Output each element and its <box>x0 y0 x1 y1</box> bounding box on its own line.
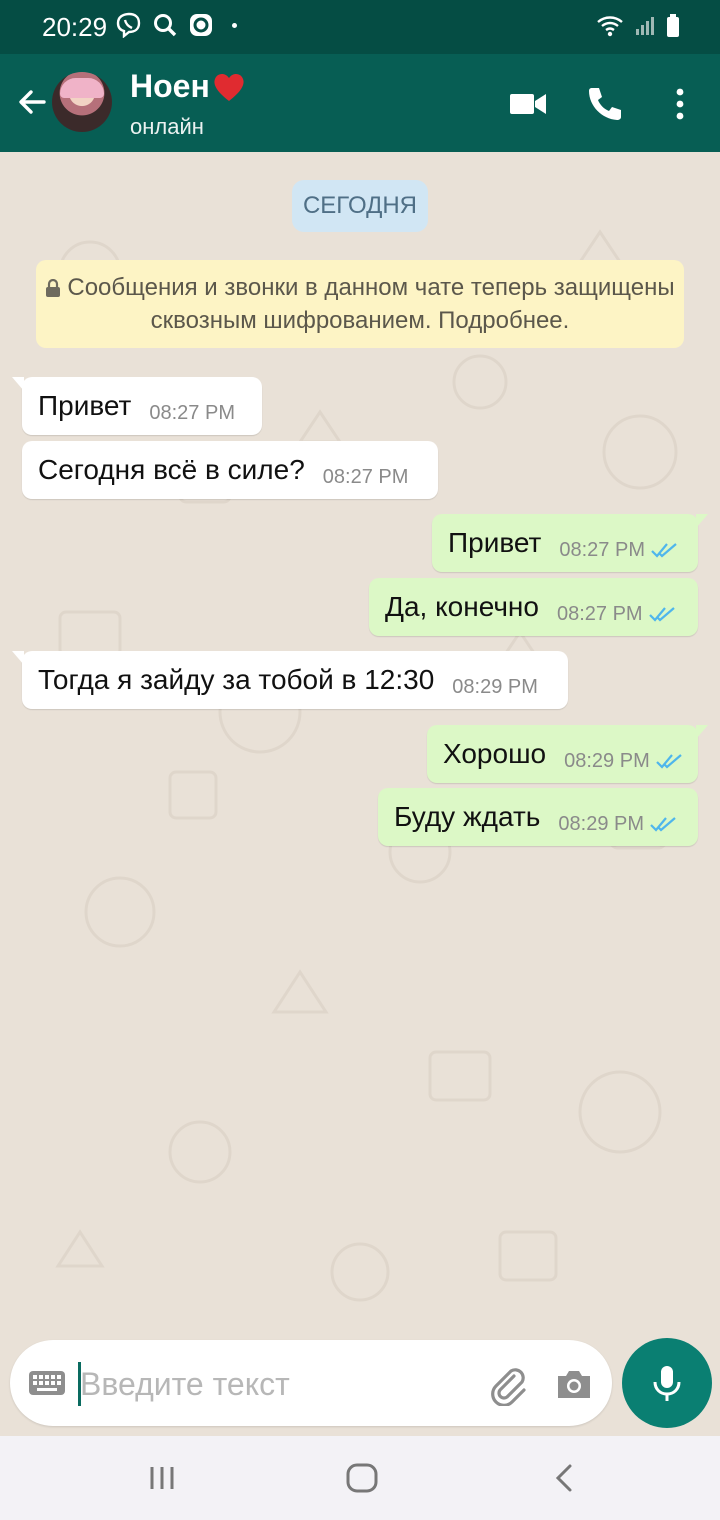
message-bubble-incoming[interactable]: Сегодня всё в силе? 08:27 PM <box>22 441 438 499</box>
contact-name[interactable]: Ноен <box>130 68 246 105</box>
message-bubble-outgoing[interactable]: Привет 08:27 PM <box>432 514 708 572</box>
system-nav-bar <box>0 1436 720 1520</box>
chat-header: Ноен онлайн <box>0 54 720 152</box>
voice-call-icon[interactable] <box>582 82 626 126</box>
date-chip: СЕГОДНЯ <box>292 180 428 232</box>
presence-status: онлайн <box>130 114 204 139</box>
read-ticks-icon <box>648 607 675 622</box>
wifi-icon <box>597 16 623 37</box>
encryption-notice[interactable]: Сообщения и звонки в данном чате теперь … <box>36 260 684 348</box>
message-bubble-outgoing[interactable]: Хорошо 08:29 PM <box>427 725 708 783</box>
viber-icon <box>116 12 141 38</box>
signal-icon <box>636 17 654 35</box>
message-time: 08:29 PM <box>452 675 538 698</box>
message-text: Да, конечно <box>385 591 539 622</box>
status-time: 20:29 <box>42 12 108 42</box>
lock-icon <box>46 279 61 297</box>
keyboard-icon[interactable] <box>28 1370 66 1396</box>
message-text: Буду ждать <box>394 801 541 832</box>
message-bubble-incoming[interactable]: Тогда я зайду за тобой в 12:30 08:29 PM <box>12 651 568 709</box>
attach-icon[interactable] <box>484 1362 528 1406</box>
message-time: 08:29 PM <box>564 749 650 772</box>
message-text: Тогда я зайду за тобой в 12:30 <box>38 664 435 695</box>
read-ticks-icon <box>655 754 682 769</box>
mic-icon <box>653 1366 681 1401</box>
composer-bar: Введите текст <box>0 1332 720 1436</box>
message-input[interactable]: Введите текст <box>10 1340 612 1426</box>
camera-icon[interactable] <box>554 1366 594 1402</box>
home-icon[interactable] <box>344 1462 380 1494</box>
back-arrow-icon[interactable] <box>14 84 50 120</box>
read-ticks-icon <box>651 543 677 558</box>
message-text: Сегодня всё в силе? <box>38 454 305 485</box>
encryption-notice-text: Сообщения и звонки в данном чате теперь … <box>67 274 675 334</box>
app-icon <box>190 14 212 36</box>
message-time: 08:27 PM <box>559 538 645 561</box>
read-ticks-icon <box>650 817 676 832</box>
back-icon[interactable] <box>548 1462 580 1494</box>
message-time: 08:27 PM <box>322 465 409 488</box>
message-time: 08:27 PM <box>149 401 235 424</box>
message-text: Привет <box>38 390 132 421</box>
contact-name-text: Ноен <box>130 68 210 104</box>
message-bubble-incoming[interactable]: Привет 08:27 PM <box>12 377 262 435</box>
dot-icon <box>232 22 237 28</box>
battery-icon <box>667 14 679 37</box>
avatar[interactable] <box>52 72 112 132</box>
message-input-placeholder: Введите текст <box>80 1366 290 1402</box>
more-icon[interactable] <box>658 82 702 126</box>
message-text: Привет <box>448 527 542 558</box>
recent-apps-icon[interactable] <box>146 1462 178 1494</box>
message-bubble-outgoing[interactable]: Буду ждать 08:29 PM <box>378 788 698 846</box>
video-call-icon[interactable] <box>506 82 550 126</box>
mic-button[interactable] <box>622 1338 712 1428</box>
message-bubble-outgoing[interactable]: Да, конечно 08:27 PM <box>369 578 698 636</box>
status-bar: 20:29 <box>0 0 720 54</box>
message-text: Хорошо <box>443 738 547 769</box>
heart-icon <box>214 73 244 101</box>
chat-area[interactable]: СЕГОДНЯ Сообщения и звонки в данном чате… <box>0 152 720 1332</box>
message-time: 08:29 PM <box>558 812 644 835</box>
message-time: 08:27 PM <box>556 602 643 625</box>
search-icon <box>154 14 177 37</box>
